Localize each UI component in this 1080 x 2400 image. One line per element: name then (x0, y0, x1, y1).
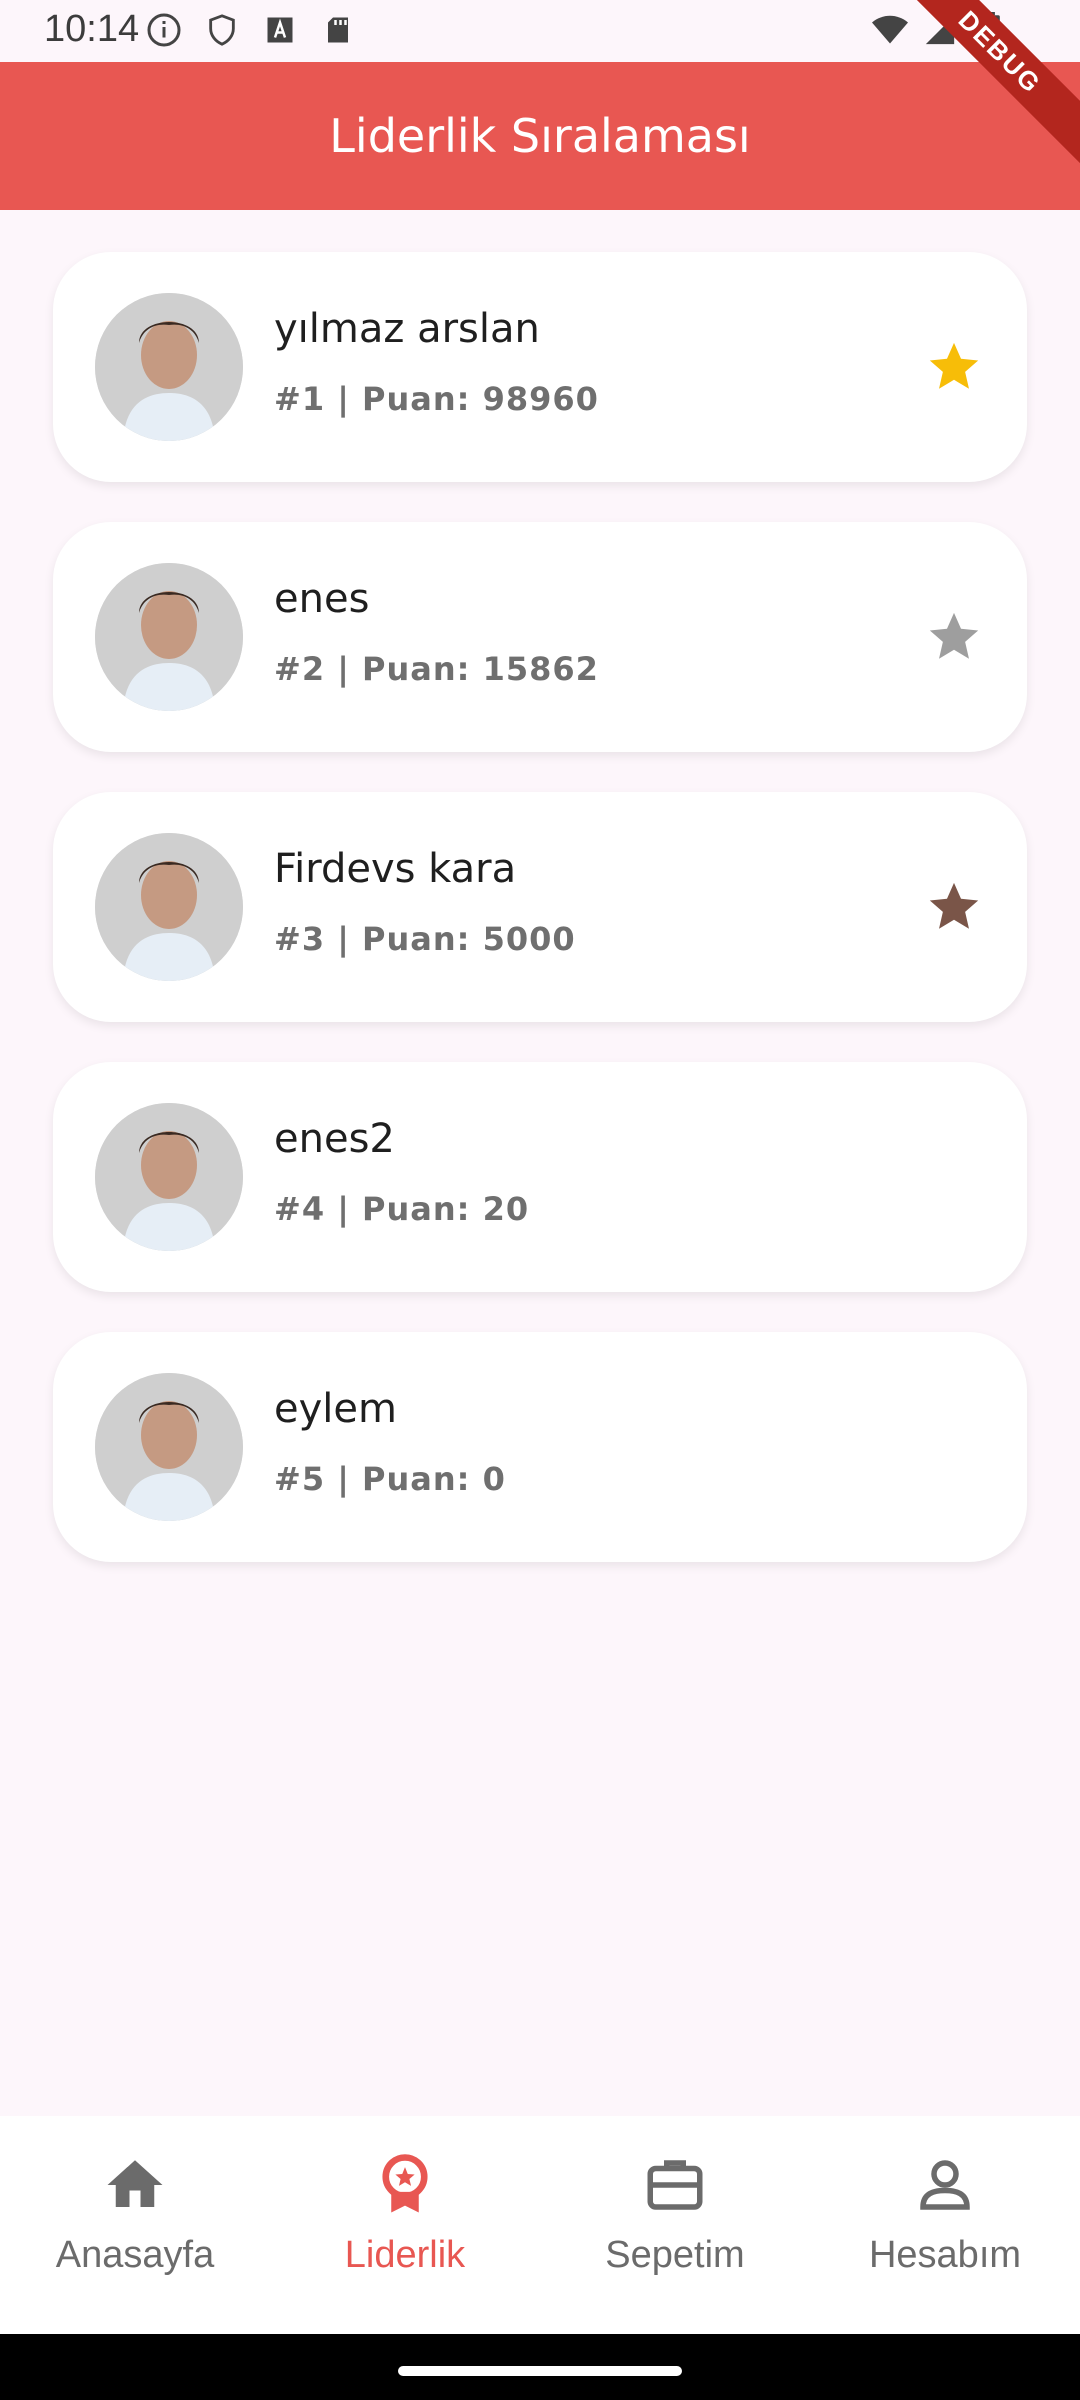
status-bar: 10:14 (0, 0, 1080, 62)
user-name: yılmaz arslan (274, 306, 540, 352)
nav-item-hesabim[interactable]: Hesabım (810, 2116, 1080, 2334)
info-icon (146, 12, 182, 48)
rank-score: #5 | Puan: 0 (274, 1460, 506, 1498)
person-icon (920, 2160, 970, 2210)
avatar (95, 563, 243, 711)
gold-star-icon (929, 342, 979, 389)
system-navigation-bar (0, 2334, 1080, 2400)
leaderboard-card[interactable]: Firdevs kara #3 | Puan: 5000 (53, 792, 1027, 1022)
user-name: enes (274, 576, 370, 622)
home-icon (107, 2160, 163, 2207)
avatar (95, 293, 243, 441)
nav-label: Anasayfa (55, 2234, 215, 2276)
rank-score: #2 | Puan: 15862 (274, 650, 599, 688)
font-icon (262, 12, 298, 48)
nav-item-sepetim[interactable]: Sepetim (540, 2116, 810, 2334)
bottom-navigation: Anasayfa Liderlik Sepetim Hesabım (0, 2116, 1080, 2334)
rank-score: #3 | Puan: 5000 (274, 920, 576, 958)
home-gesture-handle[interactable] (398, 2366, 682, 2376)
nav-label: Sepetim (605, 2234, 745, 2276)
avatar (95, 833, 243, 981)
user-name: enes2 (274, 1116, 395, 1162)
nav-label: Hesabım (868, 2234, 1022, 2276)
rank-score: #4 | Puan: 20 (274, 1190, 530, 1228)
shield-icon (204, 12, 240, 48)
avatar (95, 1103, 243, 1251)
status-time: 10:14 (44, 8, 140, 50)
user-name: Firdevs kara (274, 846, 517, 892)
leaderboard-card[interactable]: yılmaz arslan #1 | Puan: 98960 (53, 252, 1027, 482)
page-title: Liderlik Sıralaması (329, 109, 751, 163)
bronze-star-icon (929, 882, 979, 929)
leaderboard-card[interactable]: enes #2 | Puan: 15862 (53, 522, 1027, 752)
briefcase-icon (647, 2160, 703, 2210)
user-name: eylem (274, 1386, 397, 1432)
nav-label: Liderlik (344, 2234, 466, 2276)
silver-star-icon (929, 612, 979, 659)
award-icon (382, 2154, 428, 2213)
avatar (95, 1373, 243, 1521)
wifi-icon (872, 12, 908, 48)
sd-card-icon (320, 12, 356, 48)
nav-item-anasayfa[interactable]: Anasayfa (0, 2116, 270, 2334)
leaderboard-card[interactable]: eylem #5 | Puan: 0 (53, 1332, 1027, 1562)
rank-score: #1 | Puan: 98960 (274, 380, 599, 418)
app-bar: Liderlik Sıralaması (0, 62, 1080, 210)
leaderboard-list: yılmaz arslan #1 | Puan: 98960 enes #2 |… (53, 252, 1027, 1602)
nav-item-liderlik[interactable]: Liderlik (270, 2116, 540, 2334)
leaderboard-card[interactable]: enes2 #4 | Puan: 20 (53, 1062, 1027, 1292)
